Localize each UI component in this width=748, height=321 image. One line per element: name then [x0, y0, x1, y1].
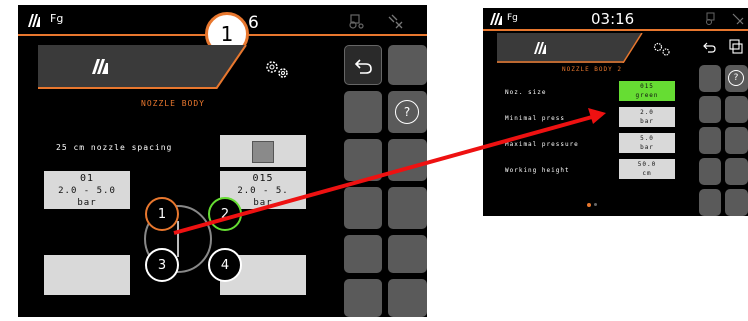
callout-arrow	[173, 108, 606, 235]
